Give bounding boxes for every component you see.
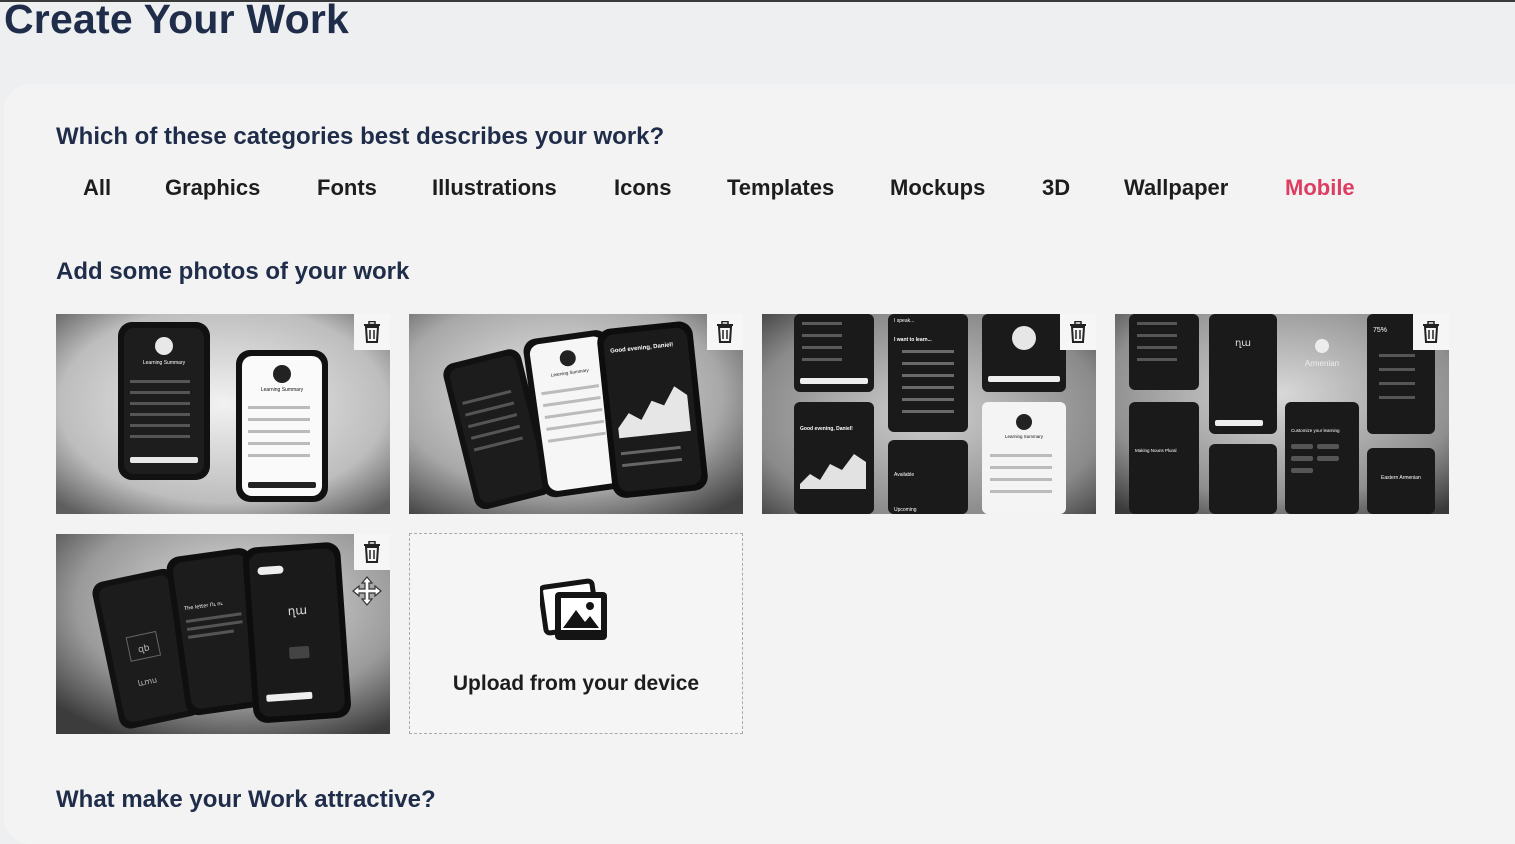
trash-icon: [364, 541, 380, 563]
photo-thumbnail-3[interactable]: Good evening, Daniel! I speak... I want …: [762, 314, 1096, 514]
learning-summary-text: Learning Summary: [1005, 434, 1044, 439]
progress-percent-text: 75%: [1373, 327, 1387, 334]
armenian-text: Armenian: [1305, 359, 1339, 368]
eastern-armenian-text: Eastern Armenian: [1381, 475, 1421, 481]
delete-photo-button[interactable]: [354, 314, 390, 350]
trash-icon: [1423, 321, 1439, 343]
trash-icon: [717, 321, 733, 343]
trash-icon: [364, 321, 380, 343]
category-icons[interactable]: Icons: [614, 175, 671, 201]
photo-thumbnail-2[interactable]: Learning Summary Good evening, Daniel!: [409, 314, 743, 514]
attractive-heading: What make your Work attractive?: [56, 786, 436, 813]
armenian-letters-text: ղա: [287, 603, 307, 618]
category-all[interactable]: All: [83, 175, 111, 201]
delete-photo-button[interactable]: [354, 534, 390, 570]
customize-text: Customize your learning: [1291, 428, 1340, 433]
lesson-title-text: Making Nouns Plural: [1135, 448, 1177, 453]
delete-photo-button[interactable]: [1060, 314, 1096, 350]
phone-mockup-image: Learning Summary Good evening, Daniel!: [409, 314, 743, 514]
phone-mockup-image: զb ևmu The letter Ու ու ղա: [56, 534, 390, 734]
delete-photo-button[interactable]: [1413, 314, 1449, 350]
learning-summary-text: Learning Summary: [261, 387, 304, 393]
trash-icon: [1070, 321, 1086, 343]
learning-summary-text: Learning Summary: [143, 360, 186, 366]
category-fonts[interactable]: Fonts: [317, 175, 377, 201]
categories-question: Which of these categories best describes…: [56, 123, 665, 150]
delete-photo-button[interactable]: [707, 314, 743, 350]
photo-thumbnail-5[interactable]: զb ևmu The letter Ու ու ղա: [56, 534, 390, 734]
page-title: Create Your Work: [4, 0, 349, 42]
images-icon: [540, 578, 607, 640]
screen-collage-image: Good evening, Daniel! I speak... I want …: [762, 314, 1096, 514]
photos-heading: Add some photos of your work: [56, 258, 410, 285]
armenian-screens-image: Making Nouns Plural ղա Armenian Customiz…: [1115, 314, 1449, 514]
photo-thumbnail-1[interactable]: Learning Summary Learning Summary: [56, 314, 390, 514]
svg-text:ղա: ղա: [1235, 338, 1251, 349]
category-mockups[interactable]: Mockups: [890, 175, 985, 201]
i-want-to-learn-text: I want to learn...: [894, 337, 932, 343]
move-cursor-icon: [352, 576, 382, 606]
available-text: Available: [894, 472, 914, 478]
phone-mockup-image: Learning Summary Learning Summary: [56, 314, 390, 514]
upload-dropzone[interactable]: Upload from your device: [409, 533, 743, 734]
upload-label: Upload from your device: [452, 672, 700, 695]
photo-thumbnail-4[interactable]: Making Nouns Plural ղա Armenian Customiz…: [1115, 314, 1449, 514]
greeting-text: Good evening, Daniel!: [800, 426, 853, 432]
category-3d[interactable]: 3D: [1042, 175, 1070, 201]
i-speak-text: I speak...: [894, 318, 914, 324]
category-templates[interactable]: Templates: [727, 175, 834, 201]
upcoming-text: Upcoming: [894, 507, 917, 513]
category-wallpaper[interactable]: Wallpaper: [1124, 175, 1228, 201]
category-illustrations[interactable]: Illustrations: [432, 175, 557, 201]
category-mobile[interactable]: Mobile: [1285, 175, 1355, 201]
category-graphics[interactable]: Graphics: [165, 175, 260, 201]
